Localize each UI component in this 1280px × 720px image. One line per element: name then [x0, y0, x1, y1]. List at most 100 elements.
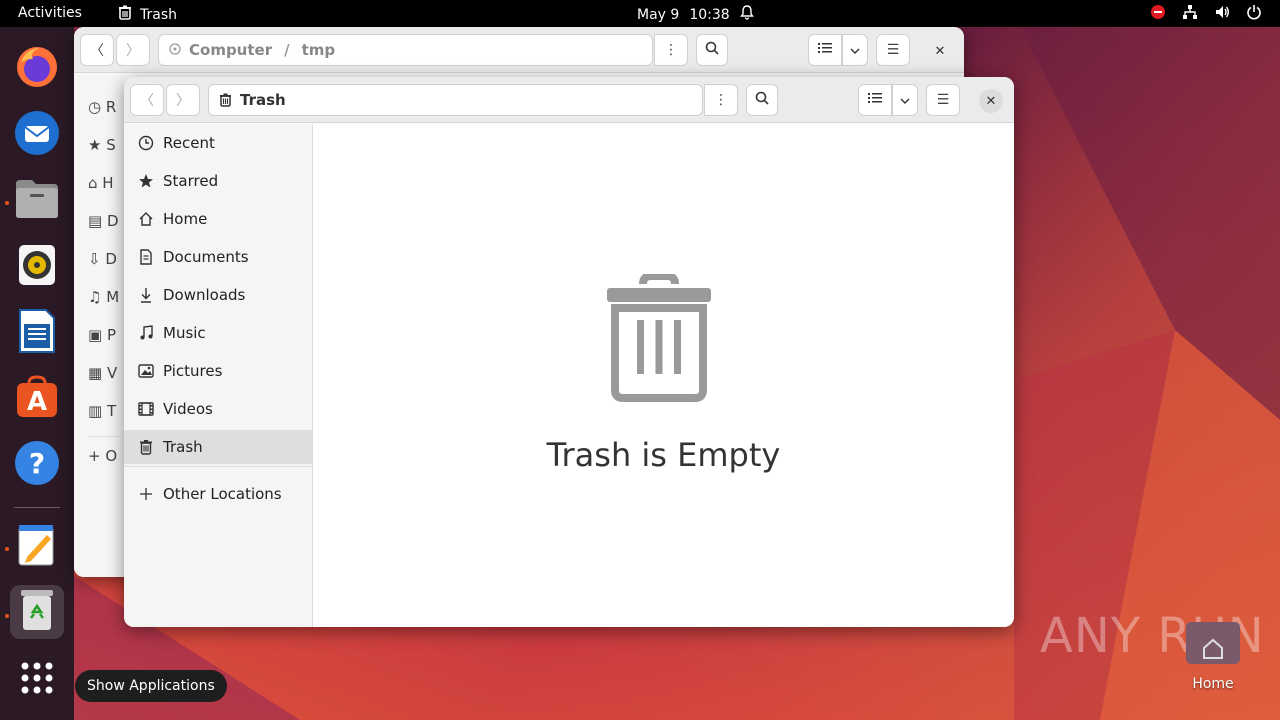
back-close-button[interactable]: ✕ — [928, 39, 952, 63]
dock-files[interactable] — [10, 174, 64, 228]
app-menu[interactable]: Trash — [118, 5, 177, 24]
sidebar-item-pictures[interactable]: Pictures — [124, 354, 312, 388]
download-icon — [137, 287, 155, 303]
view-options-button[interactable] — [892, 84, 918, 116]
back-sidebar-item[interactable]: ⌂ H — [88, 164, 119, 202]
dock-thunderbird[interactable] — [10, 108, 64, 162]
firefox-icon — [15, 45, 59, 93]
running-indicator — [5, 547, 9, 551]
view-list-button[interactable] — [858, 84, 892, 116]
top-bar: Activities Trash May 9 10:38 — [0, 0, 1280, 27]
back-search-button[interactable] — [696, 34, 728, 66]
sidebar-separator — [124, 466, 312, 467]
back-sidebar-item[interactable]: ▦ V — [88, 354, 119, 392]
chevron-down-icon — [900, 92, 910, 108]
back-pathbar[interactable]: Computer / tmp — [158, 34, 653, 66]
back-sidebar-item[interactable]: ⇩ D — [88, 240, 119, 278]
kebab-menu-icon: ⋮ — [714, 92, 728, 108]
file-view[interactable]: Trash is Empty — [313, 124, 1014, 627]
clock[interactable]: May 9 10:38 — [637, 5, 754, 24]
back-nav-forward-button[interactable]: 〉 — [116, 34, 150, 66]
back-sidebar-item[interactable]: ★ S — [88, 126, 119, 164]
dock-text-editor[interactable] — [10, 520, 64, 574]
path-root[interactable]: Computer — [189, 41, 272, 59]
search-icon — [755, 91, 769, 109]
sidebar-item-label: Recent — [163, 134, 215, 152]
power-icon — [1246, 4, 1262, 24]
back-sidebar-item[interactable]: ▤ D — [88, 202, 119, 240]
back-sidebar-item[interactable]: + O — [88, 436, 120, 475]
trash-window[interactable]: 〈 〉 Trash ⋮ ☰ ✕ Recent Starred Home Docu… — [124, 77, 1014, 627]
path-menu-button[interactable]: ⋮ — [704, 84, 738, 116]
dock-separator — [14, 507, 60, 508]
sidebar-item-recent[interactable]: Recent — [124, 126, 312, 160]
dock-help[interactable]: ? — [10, 438, 64, 492]
dock-firefox[interactable] — [10, 42, 64, 96]
show-applications-button[interactable] — [10, 653, 64, 707]
activities-button[interactable]: Activities — [18, 5, 82, 21]
sidebar-item-label: Music — [163, 324, 206, 342]
sidebar-item-videos[interactable]: Videos — [124, 392, 312, 426]
sidebar-item-starred[interactable]: Starred — [124, 164, 312, 198]
trash-icon — [219, 93, 232, 107]
back-main-menu-button[interactable]: ☰ — [876, 34, 910, 66]
back-nav-back-button[interactable]: 〈 — [80, 34, 114, 66]
writer-icon — [18, 308, 56, 358]
nav-forward-button[interactable]: 〉 — [166, 84, 200, 116]
text-editor-icon — [17, 523, 57, 571]
sidebar-item-trash[interactable]: Trash — [124, 430, 312, 464]
desktop-home-label: Home — [1192, 676, 1234, 692]
back-view-list-button[interactable] — [808, 34, 842, 66]
bell-icon — [739, 5, 754, 24]
dock: A ? — [0, 27, 74, 720]
speaker-icon — [17, 243, 57, 291]
trash-icon — [607, 272, 711, 406]
back-sidebar: ◷ R ★ S ⌂ H ▤ D ⇩ D ♫ M ▣ P ▦ V ▥ T + O — [74, 74, 124, 577]
back-path-menu-button[interactable]: ⋮ — [654, 34, 688, 66]
sidebar-item-home[interactable]: Home — [124, 202, 312, 236]
nav-back-button[interactable]: 〈 — [130, 84, 164, 116]
computer-icon — [169, 41, 181, 59]
dock-libreoffice-writer[interactable] — [10, 306, 64, 360]
path-current[interactable]: tmp — [302, 41, 336, 59]
search-icon — [705, 41, 719, 59]
chevron-down-icon — [850, 42, 860, 58]
do-not-disturb-icon — [1150, 4, 1166, 24]
clock-icon — [137, 135, 155, 151]
app-grid-icon — [20, 661, 54, 699]
back-sidebar-item[interactable]: ▣ P — [88, 316, 119, 354]
show-applications-tooltip: Show Applications — [75, 670, 227, 702]
sidebar-item-label: Pictures — [163, 362, 223, 380]
desktop-home-folder[interactable]: Home — [1180, 618, 1246, 692]
running-indicator — [5, 201, 9, 205]
sidebar-item-music[interactable]: Music — [124, 316, 312, 350]
dock-app-center[interactable]: A — [10, 372, 64, 426]
hamburger-icon: ☰ — [936, 92, 950, 108]
kebab-menu-icon: ⋮ — [664, 42, 678, 58]
dock-rhythmbox[interactable] — [10, 240, 64, 294]
back-sidebar-item[interactable]: ▥ T — [88, 392, 119, 430]
back-view-options-button[interactable] — [842, 34, 868, 66]
system-tray[interactable] — [1150, 4, 1262, 24]
back-sidebar-item[interactable]: ◷ R — [88, 88, 119, 126]
app-name: Trash — [140, 6, 177, 23]
sidebar-item-downloads[interactable]: Downloads — [124, 278, 312, 312]
empty-state-title: Trash is Empty — [546, 436, 781, 474]
main-menu-button[interactable]: ☰ — [926, 84, 960, 116]
location-pathbar[interactable]: Trash — [208, 84, 703, 116]
app-center-icon: A — [14, 375, 60, 423]
sidebar-item-label: Home — [163, 210, 208, 228]
thunderbird-icon — [13, 109, 61, 161]
dock-trash[interactable] — [10, 585, 64, 639]
recycle-bin-icon — [19, 588, 55, 636]
search-button[interactable] — [746, 84, 778, 116]
sidebar-item-documents[interactable]: Documents — [124, 240, 312, 274]
sidebar-item-label: Starred — [163, 172, 219, 190]
trash-icon — [137, 439, 155, 455]
volume-icon — [1214, 4, 1230, 24]
sidebar-item-other-locations[interactable]: Other Locations — [124, 477, 312, 511]
close-button[interactable]: ✕ — [979, 89, 1003, 113]
svg-text:?: ? — [29, 447, 45, 480]
list-view-icon — [868, 92, 882, 108]
back-sidebar-item[interactable]: ♫ M — [88, 278, 119, 316]
